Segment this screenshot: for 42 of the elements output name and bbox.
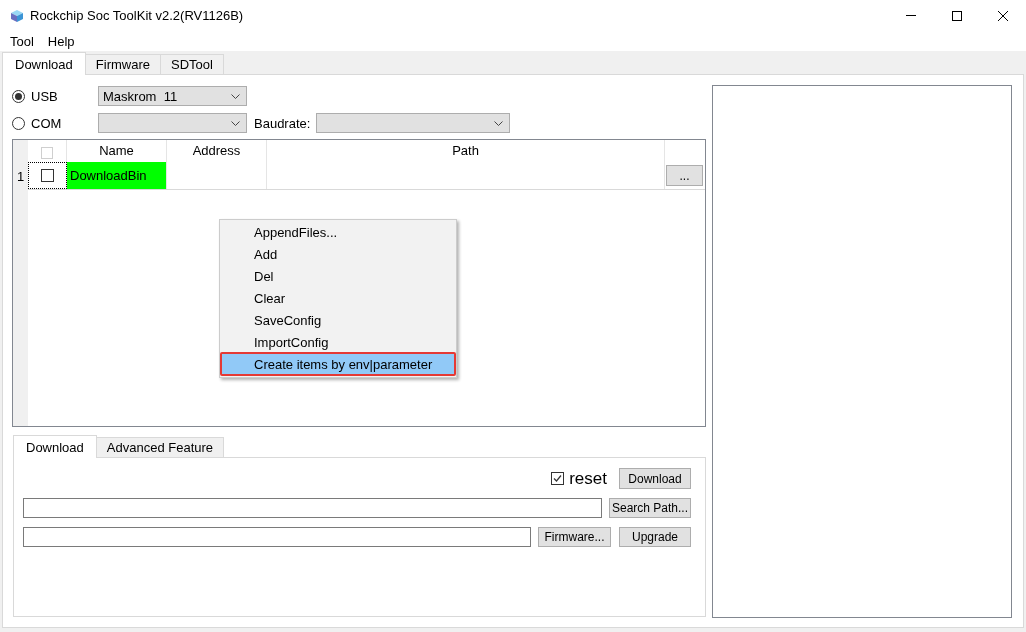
radio-label: COM: [31, 115, 63, 131]
radio-button[interactable]: [12, 116, 25, 130]
tab[interactable]: Advanced Feature: [95, 437, 225, 457]
input-field[interactable]: [23, 527, 531, 547]
dropdown[interactable]: Maskrom 11: [98, 86, 247, 106]
upgrade-button[interactable]: Upgrade: [619, 527, 691, 547]
menu-item[interactable]: AppendFiles...: [222, 221, 454, 243]
column-header[interactable]: Address: [192, 143, 241, 158]
chevron-down-icon: [494, 120, 503, 126]
column-header[interactable]: Name: [99, 143, 134, 158]
firmware-button[interactable]: Firmware...: [538, 527, 611, 547]
chevron-down-icon: [231, 120, 240, 126]
tab[interactable]: Download: [13, 435, 97, 458]
input-field[interactable]: [23, 498, 602, 518]
menu-item[interactable]: SaveConfig: [222, 309, 454, 331]
browse-button[interactable]: ...: [666, 165, 703, 186]
radio-label: USB: [31, 88, 59, 104]
row-number: 1: [17, 168, 25, 184]
tab[interactable]: Download: [2, 52, 86, 75]
chevron-down-icon: [231, 93, 240, 99]
menu-item[interactable]: Add: [222, 243, 454, 265]
cube-icon: [10, 8, 24, 23]
close-icon[interactable]: [998, 10, 1008, 21]
menu-item[interactable]: Del: [222, 265, 454, 287]
download-button[interactable]: Download: [619, 468, 691, 489]
search-path-button[interactable]: Search Path...: [609, 498, 691, 518]
maximize-icon[interactable]: [952, 10, 962, 21]
checkbox-label: reset: [569, 468, 607, 489]
menu-item[interactable]: ImportConfig: [222, 331, 454, 353]
window-title: Rockchip Soc ToolKit v2.2(RV1126B): [30, 8, 244, 23]
menu-item[interactable]: Tool: [3, 33, 41, 49]
menu-item[interactable]: Clear: [222, 287, 454, 309]
table-cell: DownloadBin: [67, 162, 167, 189]
checkbox[interactable]: [40, 169, 54, 182]
column-header[interactable]: Path: [452, 143, 479, 158]
focused-cell[interactable]: [28, 162, 67, 189]
radio-button[interactable]: [12, 89, 25, 103]
tab[interactable]: SDTool: [160, 54, 224, 74]
menu-item[interactable]: Create items by env|parameter: [220, 352, 456, 376]
menu-item[interactable]: Help: [40, 33, 82, 49]
checkbox[interactable]: [551, 472, 565, 485]
baudrate-label: Baudrate:: [254, 115, 312, 131]
